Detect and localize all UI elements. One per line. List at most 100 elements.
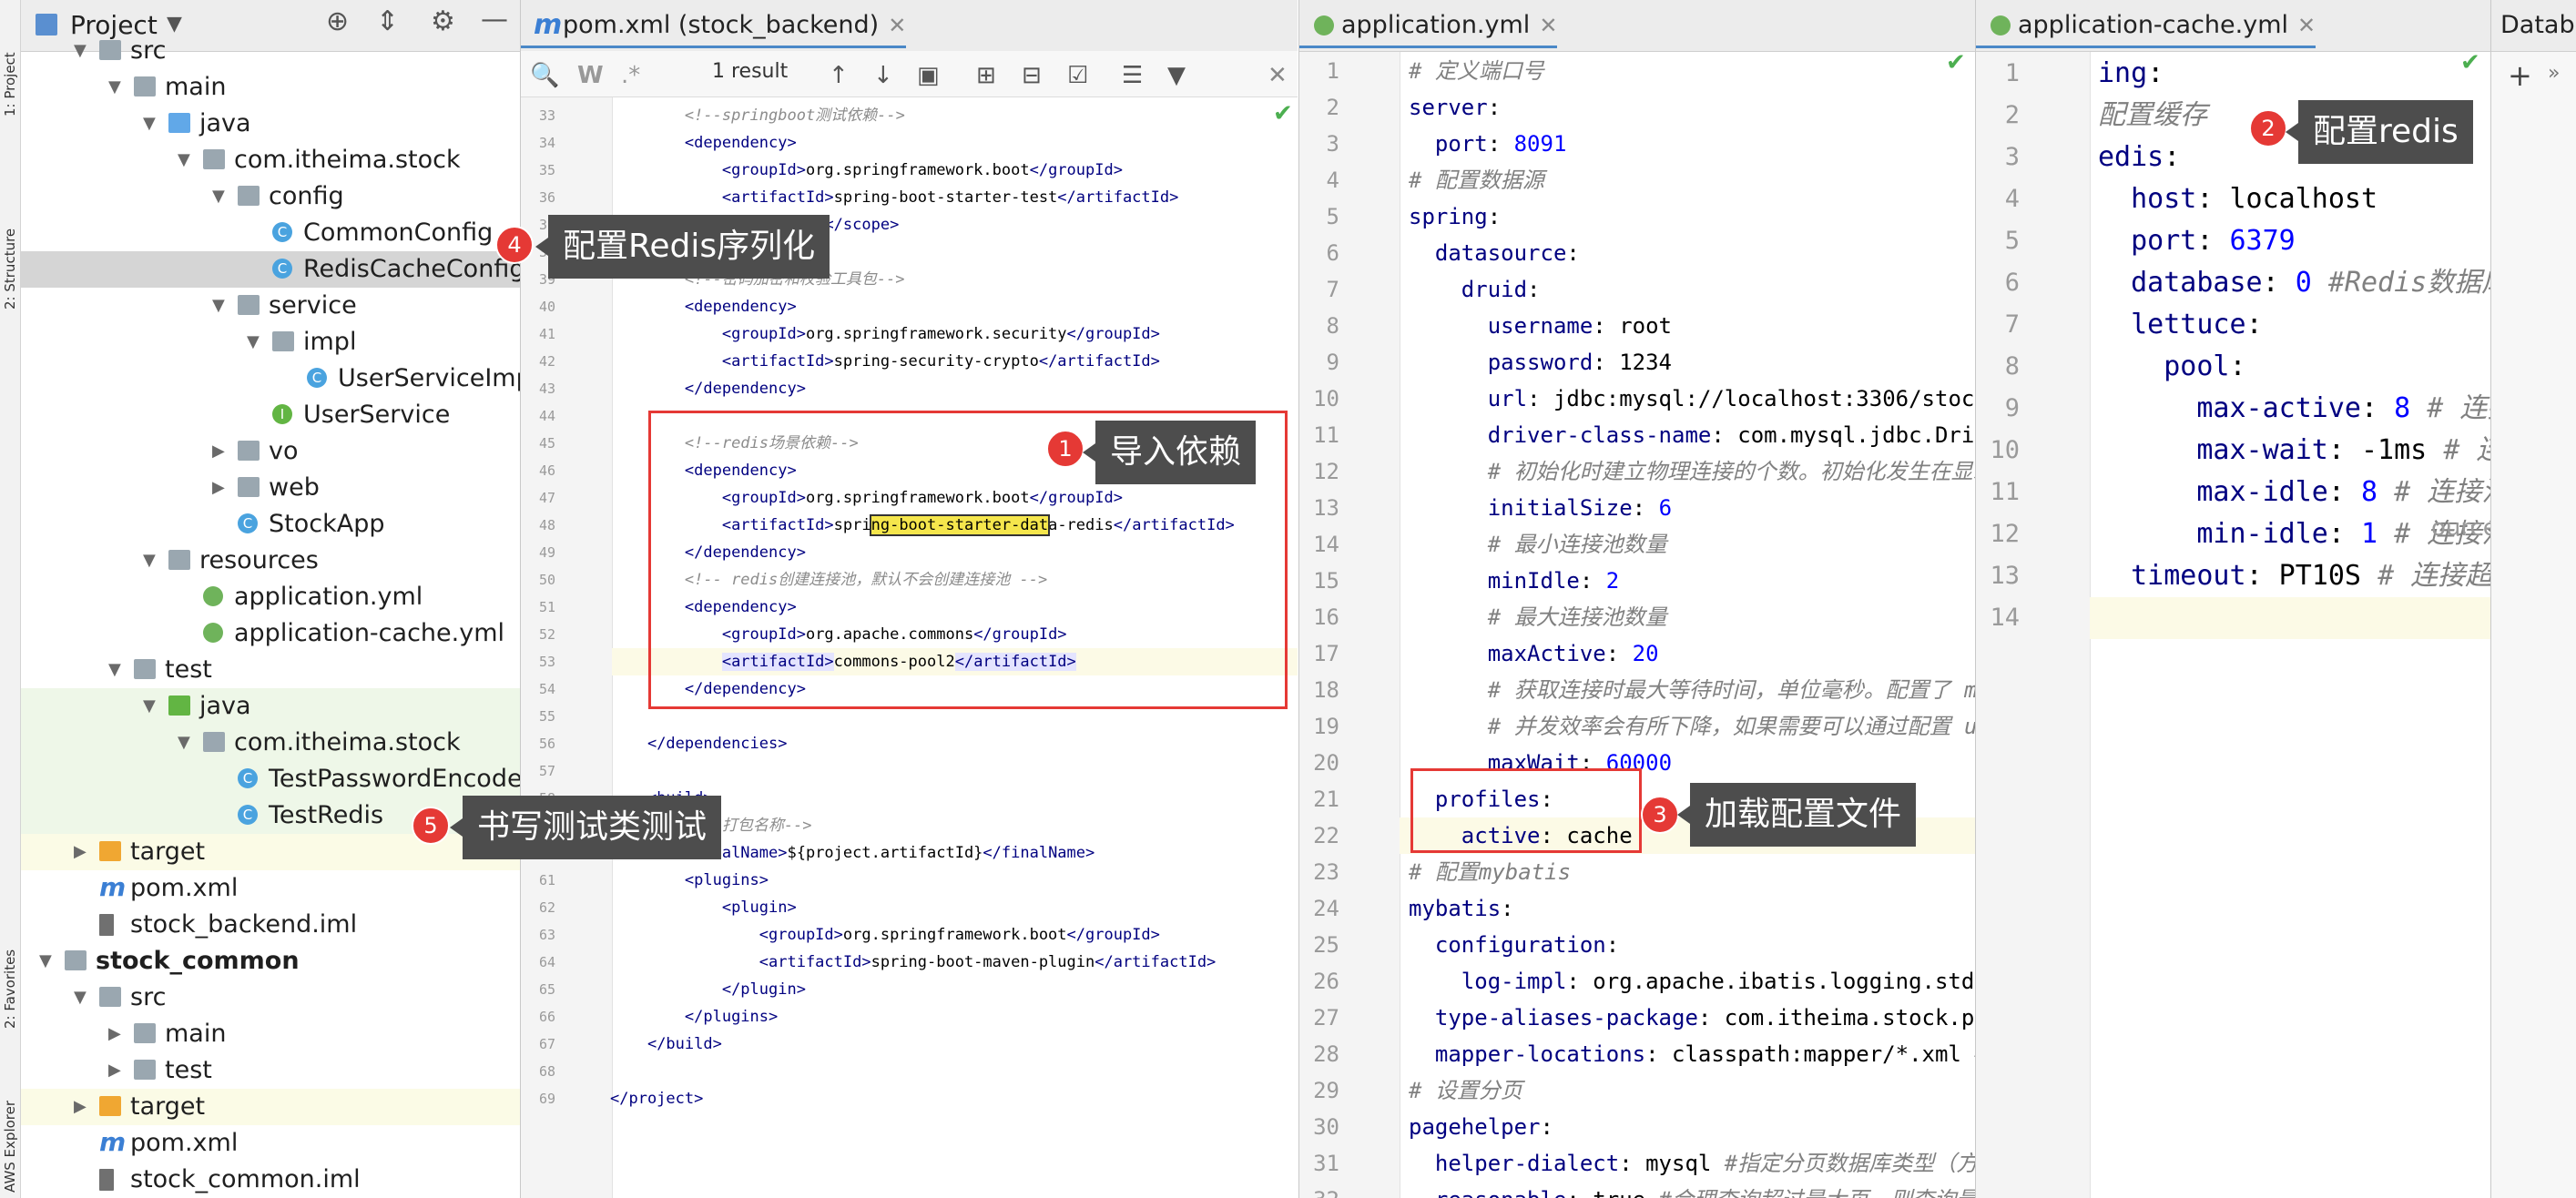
chevron-right-icon[interactable]: ▶ xyxy=(108,1016,121,1052)
align-icon[interactable]: ☰ xyxy=(1122,62,1143,89)
chevron-right-icon[interactable]: ▶ xyxy=(108,1052,121,1089)
tab-application-yml[interactable]: application.yml ✕ xyxy=(1299,5,1558,48)
code-line[interactable]: username: root xyxy=(1409,308,1672,344)
tree-item[interactable]: C TestPasswordEncoder xyxy=(21,761,520,797)
code-line[interactable]: edis: xyxy=(2098,137,2180,178)
code-line[interactable]: </project> xyxy=(610,1085,703,1112)
code-line[interactable]: <groupId>org.springframework.security</g… xyxy=(610,320,1160,348)
chevron-down-icon[interactable]: ▼ xyxy=(143,688,156,725)
tree-item[interactable]: C RedisCacheConfig xyxy=(21,251,520,288)
code-line[interactable]: pagehelper: xyxy=(1409,1109,1553,1145)
match-words-icon[interactable]: W xyxy=(577,62,604,89)
tree-item[interactable]: application.yml xyxy=(21,579,520,615)
code-line[interactable]: minIdle: 2 xyxy=(1409,563,1620,599)
tree-item[interactable]: m pom.xml xyxy=(21,870,520,907)
code-line[interactable]: timeout: PT10S # 连接超时时 xyxy=(2098,555,2490,597)
chevron-down-icon[interactable]: ▼ xyxy=(108,652,121,688)
tab-database[interactable]: Datab xyxy=(2500,5,2575,46)
code-line[interactable]: druid: xyxy=(1409,271,1541,308)
code-line[interactable]: <plugin> xyxy=(610,894,797,921)
tree-item[interactable]: ▶ web xyxy=(21,470,520,506)
code-line[interactable]: <!--springboot测试依赖--> xyxy=(610,102,905,129)
code-line[interactable]: </build> xyxy=(610,1030,722,1058)
tab-project-vertical[interactable]: 1: Project xyxy=(2,7,18,117)
code-line[interactable]: <dependency> xyxy=(610,293,797,320)
tree-item[interactable]: ▼ service xyxy=(21,288,520,324)
code-line[interactable]: # 最小连接池数量 xyxy=(1409,526,1667,563)
code-line[interactable]: mybatis: xyxy=(1409,890,1514,927)
code-line[interactable]: port: 6379 xyxy=(2098,220,2296,262)
code-line[interactable]: 配置缓存 xyxy=(2098,95,2207,137)
code-line[interactable]: spring: xyxy=(1409,198,1501,235)
code-line[interactable]: server: xyxy=(1409,89,1501,126)
code-line[interactable]: <plugins> xyxy=(610,867,769,894)
code-line[interactable]: max-idle: 8 # 连接池中的 xyxy=(2098,472,2490,513)
select-all-icon[interactable]: ▣ xyxy=(917,62,940,89)
code-line[interactable]: # 获取连接时最大等待时间，单位毫秒。配置了 maxWait xyxy=(1409,672,1975,708)
code-line[interactable]: log-impl: org.apache.ibatis.logging.stdo… xyxy=(1409,963,1975,1000)
code-line[interactable]: pool: xyxy=(2098,346,2245,388)
code-line[interactable]: <artifactId>spring-security-crypto</arti… xyxy=(610,348,1160,375)
code-line[interactable]: port: 8091 xyxy=(1409,126,1567,162)
code-line[interactable]: reasonable: true #合理查询超过最大页，则查询最后一页 xyxy=(1409,1182,1975,1198)
tree-item[interactable]: ▶ vo xyxy=(21,433,520,470)
code-line[interactable]: # 配置mybatis xyxy=(1409,854,1571,890)
close-icon[interactable]: ✕ xyxy=(888,13,906,38)
tree-item[interactable]: ▼ java xyxy=(21,106,520,142)
code-line[interactable]: configuration: xyxy=(1409,927,1619,963)
code-line[interactable]: password: 1234 xyxy=(1409,344,1672,381)
arrow-up-icon[interactable]: ↑ xyxy=(829,62,849,89)
close-icon[interactable]: ✕ xyxy=(2297,13,2316,38)
tree-item[interactable]: application-cache.yml xyxy=(21,615,520,652)
code-line[interactable]: max-wait: -1ms # 连接池最大 xyxy=(2098,430,2490,472)
chevron-down-icon[interactable]: ▼ xyxy=(74,33,87,69)
tree-item[interactable]: ▼ config xyxy=(21,178,520,215)
chevron-down-icon[interactable]: ▼ xyxy=(39,943,52,980)
tree-item[interactable]: ▶ main xyxy=(21,1016,520,1052)
add-icon[interactable]: + xyxy=(2508,58,2532,93)
code-line[interactable]: # 初始化时建立物理连接的个数。初始化发生在显示调用 xyxy=(1409,453,1975,490)
code-line[interactable]: datasource: xyxy=(1409,235,1580,271)
tree-item[interactable]: ▼ com.itheima.stock xyxy=(21,725,520,761)
code-line[interactable]: # 设置分页 xyxy=(1409,1072,1522,1109)
code-line[interactable]: # 定义端口号 xyxy=(1409,53,1544,89)
tree-item[interactable]: ▼ stock_common xyxy=(21,943,520,980)
code-line[interactable]: </plugin> xyxy=(610,976,806,1003)
chevron-down-icon[interactable]: ▼ xyxy=(74,980,87,1016)
code-line[interactable]: maxActive: 20 xyxy=(1409,635,1659,672)
chevron-down-icon[interactable]: ▼ xyxy=(178,725,190,761)
chevron-right-icon[interactable]: ▶ xyxy=(74,834,87,870)
code-line[interactable]: </plugins> xyxy=(610,1003,778,1030)
tree-item[interactable]: ▼ main xyxy=(21,69,520,106)
code-line[interactable]: ing: xyxy=(2098,53,2164,95)
tree-item[interactable]: ▶ target xyxy=(21,834,520,870)
filter-icon[interactable]: ▼ xyxy=(1167,62,1186,89)
chevron-down-icon[interactable]: ▼ xyxy=(108,69,121,106)
tree-item[interactable]: m pom.xml xyxy=(21,1125,520,1162)
tree-item[interactable]: ▶ target xyxy=(21,1089,520,1125)
code-line[interactable]: <groupId>org.springframework.boot</group… xyxy=(610,921,1160,949)
chevron-down-icon[interactable]: ▼ xyxy=(247,324,260,360)
tree-item[interactable]: ▼ src xyxy=(21,980,520,1016)
code-line[interactable]: <dependency> xyxy=(610,129,797,157)
code-line[interactable]: helper-dialect: mysql #指定分页数据库类型（方言） xyxy=(1409,1145,1975,1182)
search-icon[interactable]: 🔍 xyxy=(530,62,559,89)
code-line[interactable]: </dependencies> xyxy=(610,730,788,757)
tab-aws-explorer-vertical[interactable]: AWS Explorer xyxy=(2,1074,18,1193)
minimize-icon[interactable]: — xyxy=(481,4,508,36)
chevron-down-icon[interactable]: ▼ xyxy=(212,288,225,324)
tab-application-cache-yml[interactable]: application-cache.yml ✕ xyxy=(1976,5,2316,48)
tree-item[interactable]: C CommonConfig xyxy=(21,215,520,251)
select-occurrences-icon[interactable]: ☑ xyxy=(1067,62,1088,89)
tab-favorites-vertical[interactable]: 2: Favorites xyxy=(2,892,18,1029)
chevron-down-icon[interactable]: ▼ xyxy=(143,106,156,142)
close-find-icon[interactable]: ✕ xyxy=(1268,62,1288,89)
code-line[interactable]: # 配置数据源 xyxy=(1409,162,1544,198)
tree-item[interactable]: stock_backend.iml xyxy=(21,907,520,943)
code-line[interactable]: mapper-locations: classpath:mapper/*.xml… xyxy=(1409,1036,1975,1072)
chevron-down-icon[interactable]: ▼ xyxy=(212,178,225,215)
tree-item[interactable]: C UserServiceImpl xyxy=(21,360,520,397)
tree-item[interactable]: ▼ java xyxy=(21,688,520,725)
tree-item[interactable]: ▼ resources xyxy=(21,543,520,579)
tree-item[interactable]: ▼ impl xyxy=(21,324,520,360)
